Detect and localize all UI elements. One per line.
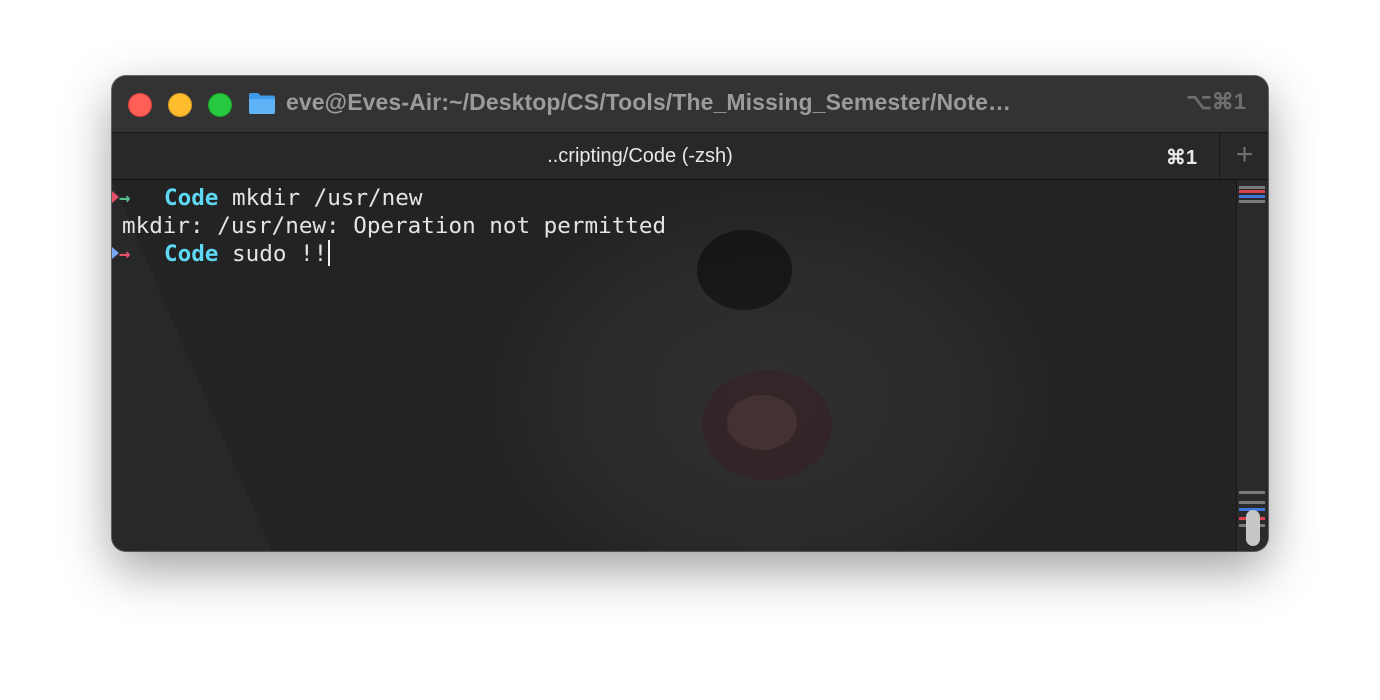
- scroll-mark: [1239, 186, 1265, 189]
- prompt-marker: [112, 191, 119, 203]
- window-title: eve@Eves-Air:~/Desktop/CS/Tools/The_Miss…: [286, 89, 1012, 115]
- command-text: mkdir /usr/new: [232, 185, 423, 211]
- prompt-text: Code sudo !!: [164, 240, 331, 268]
- tab-terminal-session[interactable]: ..cripting/Code (-zsh) ⌘1: [112, 133, 1220, 180]
- command-input[interactable]: sudo !!: [232, 241, 327, 267]
- terminal-window: eve@Eves-Air:~/Desktop/CS/Tools/The_Miss…: [112, 76, 1268, 551]
- background-tongue-shape: [727, 395, 797, 450]
- window-shortcut: ⌥⌘1: [1186, 89, 1246, 114]
- zoom-window-button[interactable]: [208, 93, 232, 117]
- prompt-arrow-icon: →: [119, 243, 131, 265]
- scroll-mark: [1239, 501, 1265, 504]
- new-tab-button[interactable]: +: [1221, 133, 1268, 180]
- tab-shortcut: ⌘1: [1165, 147, 1197, 169]
- terminal-content[interactable]: → Code mkdir /usr/new mkdir: /usr/new: O…: [112, 180, 1236, 551]
- prompt-marker: [112, 247, 119, 259]
- minimize-window-button[interactable]: [168, 93, 192, 117]
- close-window-button[interactable]: [128, 93, 152, 117]
- text-cursor: [328, 240, 331, 266]
- prompt-line-current[interactable]: → Code sudo !!: [112, 240, 1236, 268]
- prompt-arrow-icon: →: [119, 187, 131, 209]
- scroll-mark: [1239, 195, 1265, 198]
- scrollbar[interactable]: [1236, 180, 1268, 551]
- folder-icon: [249, 93, 275, 114]
- scroll-mark: [1239, 200, 1265, 203]
- tab-bar: ..cripting/Code (-zsh) ⌘1 +: [112, 132, 1268, 180]
- terminal-lines: → Code mkdir /usr/new mkdir: /usr/new: O…: [112, 184, 1236, 268]
- output-line: mkdir: /usr/new: Operation not permitted: [112, 212, 1236, 240]
- scroll-mark: [1239, 190, 1265, 193]
- prompt-line: → Code mkdir /usr/new: [112, 184, 1236, 212]
- prompt-directory: Code: [164, 185, 219, 211]
- tab-title: ..cripting/Code (-zsh): [547, 145, 733, 167]
- command-output: mkdir: /usr/new: Operation not permitted: [122, 213, 667, 239]
- prompt-text: Code mkdir /usr/new: [164, 184, 422, 212]
- scroll-thumb[interactable]: [1246, 510, 1260, 546]
- scroll-mark: [1239, 491, 1265, 494]
- prompt-directory: Code: [164, 241, 219, 267]
- title-bar[interactable]: eve@Eves-Air:~/Desktop/CS/Tools/The_Miss…: [112, 76, 1268, 132]
